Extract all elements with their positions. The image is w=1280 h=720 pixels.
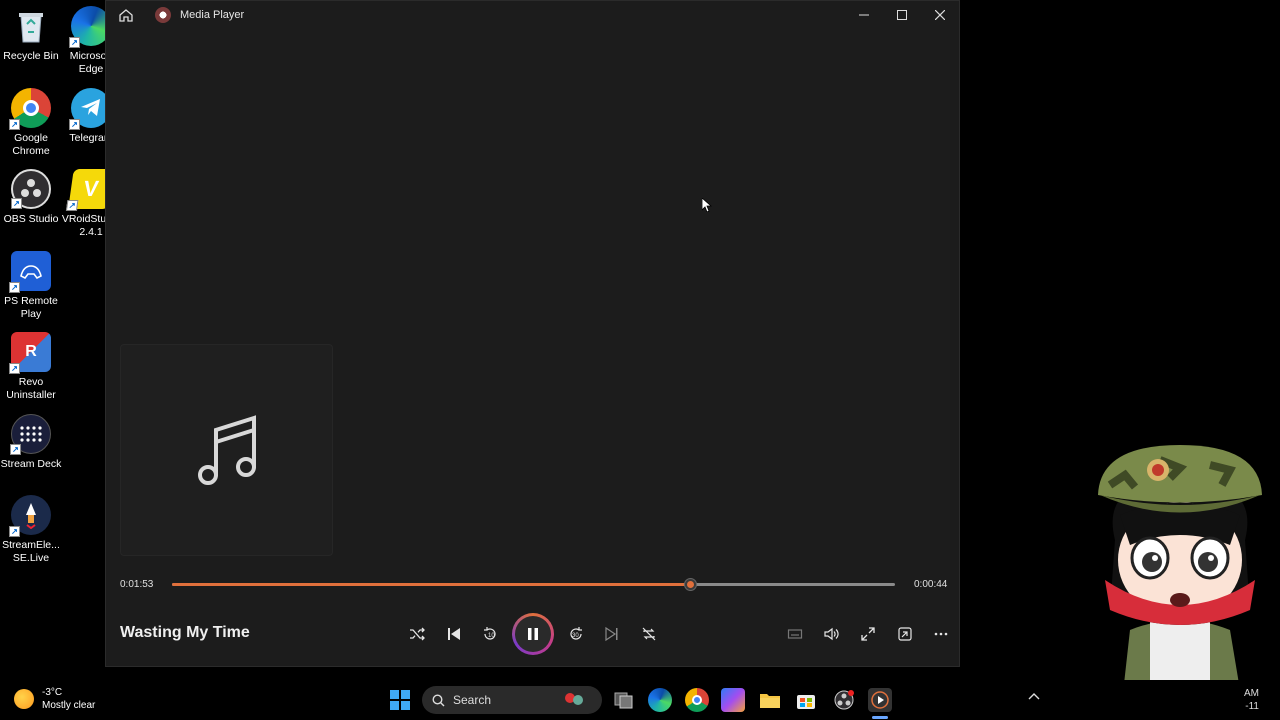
task-view-icon <box>614 692 633 709</box>
obs-icon: ↗ <box>11 169 51 209</box>
revo-icon: R ↗ <box>9 332 51 374</box>
media-player-app-icon <box>155 7 171 23</box>
taskbar-widget-flowers[interactable] <box>562 688 586 712</box>
desktop-icon-obs[interactable]: ↗ OBS Studio <box>0 169 64 226</box>
windows-logo-icon <box>390 690 410 710</box>
seek-bar[interactable] <box>172 578 895 591</box>
desktop-icon-label: StreamEle... SE.Live <box>2 539 60 564</box>
close-button[interactable] <box>921 1 959 29</box>
next-button[interactable] <box>599 621 625 647</box>
desktop-icon-label: Revo Uninstaller <box>6 376 56 401</box>
skip-back-10-icon: 10 <box>484 627 496 640</box>
desktop-icon-streamelements[interactable]: ↗ StreamEle... SE.Live <box>0 495 64 565</box>
skip-back-10-button[interactable]: 10 <box>477 621 503 647</box>
vtuber-avatar <box>1081 445 1262 720</box>
ps-remote-icon: ↗ <box>9 251 51 293</box>
desktop-icon-label: Recycle Bin <box>3 50 59 62</box>
shuffle-icon <box>410 627 425 641</box>
taskbar: -3°C Mostly clear Search AM -11 <box>0 680 1280 720</box>
desktop-icon-label: OBS Studio <box>3 213 59 225</box>
volume-button[interactable] <box>818 621 844 647</box>
clock-date: -11 <box>1245 701 1259 712</box>
skip-forward-30-button[interactable]: 30 <box>563 621 589 647</box>
search-label: Search <box>453 693 492 707</box>
minimize-button[interactable] <box>845 1 883 29</box>
svg-text:10: 10 <box>488 633 495 639</box>
repeat-off-icon <box>642 627 656 641</box>
recycle-bin-icon <box>11 6 51 46</box>
previous-icon <box>448 628 460 640</box>
captions-button[interactable] <box>782 621 808 647</box>
elapsed-time: 0:01:53 <box>120 579 154 590</box>
remaining-time: 0:00:44 <box>914 579 948 590</box>
desktop-icon-label: Stream Deck <box>0 458 62 470</box>
captions-icon <box>787 629 803 639</box>
task-view-button[interactable] <box>612 688 636 712</box>
more-options-button[interactable] <box>928 621 954 647</box>
desktop-icon-label: PS Remote Play <box>4 295 58 320</box>
maximize-button[interactable] <box>883 1 921 29</box>
full-screen-icon <box>861 627 875 641</box>
desktop-icon-recycle-bin[interactable]: Recycle Bin <box>0 6 64 63</box>
seek-bar-progress <box>172 583 691 586</box>
system-clock[interactable]: AM -11 <box>1244 687 1259 713</box>
chevron-up-icon <box>1028 693 1040 700</box>
streamelements-icon: ↗ <box>9 495 51 537</box>
taskbar-file-explorer-icon[interactable] <box>758 688 782 712</box>
desktop-icon-revo[interactable]: R ↗ Revo Uninstaller <box>0 332 64 402</box>
taskbar-edge-icon[interactable] <box>648 688 672 712</box>
taskbar-media-player-icon[interactable] <box>868 688 892 712</box>
skip-forward-30-icon: 30 <box>570 627 582 640</box>
previous-button[interactable] <box>441 621 467 647</box>
volume-icon <box>824 627 839 641</box>
song-title: Wasting My Time <box>120 624 250 641</box>
mini-player-button[interactable] <box>892 621 918 647</box>
shuffle-button[interactable] <box>404 621 430 647</box>
desktop-icon-chrome[interactable]: ↗ Google Chrome <box>0 88 64 158</box>
clock-time: AM <box>1244 688 1259 699</box>
pause-icon <box>528 628 538 640</box>
active-app-indicator <box>872 716 888 719</box>
flower-icon <box>565 693 583 705</box>
show-hidden-icons-button[interactable] <box>1028 692 1040 703</box>
taskbar-obs-icon[interactable] <box>832 688 856 712</box>
desktop-icon-label: Google Chrome <box>12 132 50 157</box>
weather-temperature: -3°C <box>42 687 63 698</box>
mini-player-icon <box>898 627 912 641</box>
next-icon <box>605 626 618 642</box>
desktop-icon-stream-deck[interactable]: ↗ Stream Deck <box>0 414 64 471</box>
chrome-icon: ↗ <box>9 88 51 130</box>
title-bar: Media Player <box>106 1 959 29</box>
seek-thumb[interactable] <box>684 578 698 591</box>
taskbar-store-icon[interactable] <box>794 688 818 712</box>
media-player-window: Media Player 0:01:53 0:00:44 Wasting My … <box>105 0 960 667</box>
album-art-placeholder <box>120 344 333 556</box>
svg-text:30: 30 <box>572 633 579 639</box>
window-title: Media Player <box>180 9 245 21</box>
stream-deck-icon: ↗ <box>10 414 51 455</box>
weather-description: Mostly clear <box>42 700 96 711</box>
weather-moon-icon <box>14 689 34 709</box>
repeat-button[interactable] <box>636 621 662 647</box>
full-screen-button[interactable] <box>855 621 881 647</box>
search-icon <box>432 693 445 706</box>
taskbar-chrome-icon[interactable] <box>685 688 709 712</box>
weather-widget[interactable]: -3°C Mostly clear <box>14 686 95 712</box>
taskbar-copilot-icon[interactable] <box>721 688 745 712</box>
pause-button[interactable] <box>512 613 554 655</box>
home-icon[interactable] <box>118 7 134 23</box>
music-note-icon <box>197 415 256 485</box>
mouse-cursor-icon <box>702 198 712 212</box>
desktop-icon-ps-remote-play[interactable]: ↗ PS Remote Play <box>0 251 64 321</box>
start-button[interactable] <box>388 688 412 712</box>
more-options-icon <box>934 632 948 636</box>
